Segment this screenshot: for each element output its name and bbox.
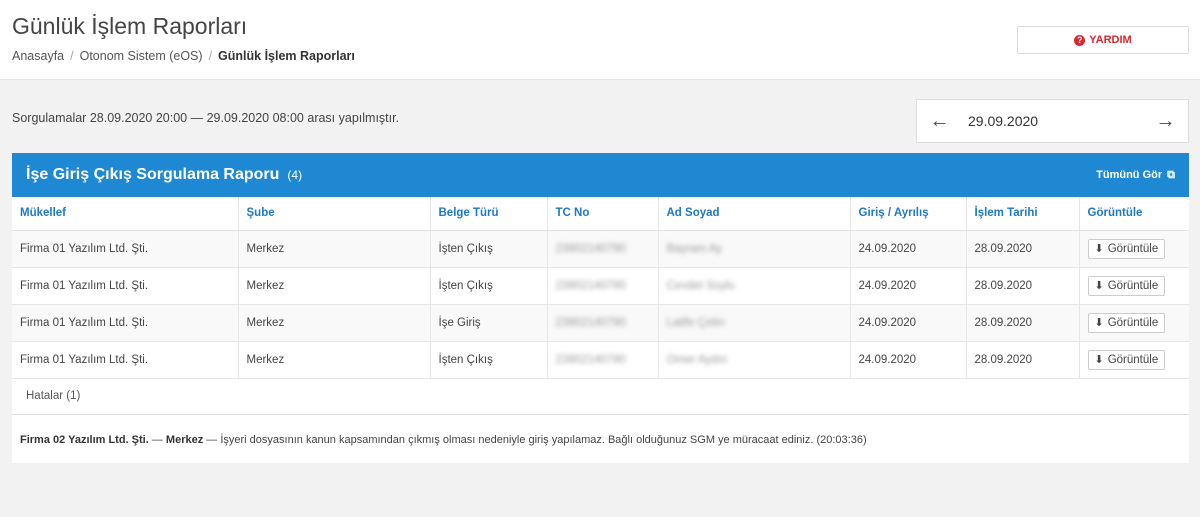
- name-value: Bayram Ay: [666, 242, 722, 255]
- error-text: İşyeri dosyasının kanun kapsamından çıkm…: [220, 433, 867, 446]
- cell-txn-date: 28.09.2020: [966, 230, 1080, 268]
- cell-view: ⬇ Görüntüle: [1079, 304, 1189, 342]
- cell-txn-date: 28.09.2020: [966, 304, 1080, 342]
- external-link-icon: ⧉: [1167, 168, 1175, 181]
- cell-io-date: 24.09.2020: [850, 230, 967, 268]
- cell-company: Firma 01 Yazılım Ltd. Şti.: [12, 267, 239, 305]
- help-button-label: YARDIM: [1089, 34, 1132, 46]
- cell-branch: Merkez: [238, 267, 431, 305]
- name-value: Latife Çetin: [666, 316, 725, 329]
- panel-header: İşe Giriş Çıkış Sorgulama Raporu (4) Tümü…: [12, 153, 1189, 197]
- cell-txn-date: 28.09.2020: [966, 341, 1080, 379]
- cell-io-date: 24.09.2020: [850, 267, 967, 305]
- page-title: Günlük İşlem Raporları: [12, 13, 248, 39]
- cell-company: Firma 01 Yazılım Ltd. Şti.: [12, 304, 239, 342]
- errors-header[interactable]: Hatalar (1): [12, 379, 1189, 415]
- cell-view: ⬇ Görüntüle: [1079, 341, 1189, 379]
- see-all-label: Tümünü Gör: [1096, 169, 1163, 181]
- arrow-left-icon: ←: [929, 109, 950, 132]
- table-row: Firma 01 Yazılım Ltd. Şti. Merkez İşten …: [12, 267, 1189, 305]
- view-button-label: Görüntüle: [1107, 353, 1159, 366]
- column-header[interactable]: Belge Türü: [430, 197, 548, 231]
- table-header-row: Mükellef Şube Belge Türü TC No Ad Soyad …: [12, 197, 1189, 231]
- error-message: Firma 02 Yazılım Ltd. Şti. — Merkez — İş…: [12, 415, 1189, 465]
- cell-doc-type: İşe Giriş: [430, 304, 548, 342]
- tc-value: 23902140790: [555, 316, 626, 329]
- column-header[interactable]: Şube: [238, 197, 431, 231]
- cell-tc: 23902140790: [547, 304, 659, 342]
- view-button[interactable]: ⬇ Görüntüle: [1087, 349, 1166, 370]
- date-navigator: ← 29.09.2020 →: [916, 99, 1189, 143]
- cell-name: Latife Çetin: [658, 304, 851, 342]
- breadcrumb: Anasayfa / Otonom Sistem (eOS) / Günlük İşle…: [12, 49, 355, 63]
- view-button-label: Görüntüle: [1107, 242, 1159, 255]
- download-icon: ⬇: [1094, 280, 1104, 292]
- cell-doc-type: İşten Çıkış: [430, 230, 548, 268]
- breadcrumb-separator: /: [208, 49, 213, 63]
- cell-view: ⬇ Görüntüle: [1079, 267, 1189, 305]
- error-separator: —: [148, 433, 166, 446]
- cell-name: Bayram Ay: [658, 230, 851, 268]
- cell-io-date: 24.09.2020: [850, 304, 967, 342]
- download-icon: ⬇: [1094, 354, 1104, 366]
- download-icon: ⬇: [1094, 243, 1104, 255]
- cell-name: Ömer Aydın: [658, 341, 851, 379]
- cell-branch: Merkez: [238, 304, 431, 342]
- see-all-link[interactable]: Tümünü Gör ⧉: [1096, 169, 1175, 182]
- error-branch: Merkez: [165, 433, 204, 446]
- name-value: Ömer Aydın: [666, 353, 728, 366]
- current-date: 29.09.2020: [968, 113, 1039, 129]
- column-header[interactable]: TC No: [547, 197, 659, 231]
- name-value: Cevdet Soylu: [666, 279, 735, 292]
- view-button[interactable]: ⬇ Görüntüle: [1087, 312, 1166, 333]
- cell-company: Firma 01 Yazılım Ltd. Şti.: [12, 341, 239, 379]
- report-table: Mükellef Şube Belge Türü TC No Ad Soyad …: [12, 197, 1189, 379]
- cell-tc: 23902140790: [547, 341, 659, 379]
- query-info: Sorgulamalar 28.09.2020 20:00 — 29.09.20…: [12, 111, 400, 125]
- cell-tc: 23902140790: [547, 267, 659, 305]
- view-button-label: Görüntüle: [1107, 279, 1159, 292]
- column-header: Görüntüle: [1079, 197, 1189, 231]
- panel-title-text: İşe Giriş Çıkış Sorgulama Raporu: [26, 166, 280, 183]
- column-header[interactable]: Ad Soyad: [658, 197, 851, 231]
- cell-branch: Merkez: [238, 230, 431, 268]
- arrow-right-icon: →: [1155, 109, 1176, 132]
- breadcrumb-eos[interactable]: Otonom Sistem (eOS): [80, 49, 203, 63]
- panel-title: İşe Giriş Çıkış Sorgulama Raporu (4): [26, 166, 302, 184]
- cell-doc-type: İşten Çıkış: [430, 341, 548, 379]
- error-separator: —: [203, 433, 221, 446]
- breadcrumb-separator: /: [70, 49, 74, 63]
- help-button[interactable]: ? YARDIM: [1017, 26, 1189, 54]
- panel-count: (4): [287, 168, 303, 182]
- cell-company: Firma 01 Yazılım Ltd. Şti.: [12, 230, 239, 268]
- error-company: Firma 02 Yazılım Ltd. Şti.: [20, 433, 149, 446]
- download-icon: ⬇: [1094, 317, 1104, 329]
- cell-tc: 23902140790: [547, 230, 659, 268]
- tc-value: 23902140790: [555, 242, 626, 255]
- table-row: Firma 01 Yazılım Ltd. Şti. Merkez İşten …: [12, 230, 1189, 268]
- prev-date-button[interactable]: ←: [917, 100, 962, 142]
- cell-txn-date: 28.09.2020: [966, 267, 1080, 305]
- report-panel: İşe Giriş Çıkış Sorgulama Raporu (4) Tümü…: [12, 153, 1189, 463]
- view-button-label: Görüntüle: [1107, 316, 1159, 329]
- question-circle-icon: ?: [1074, 34, 1086, 46]
- table-row: Firma 01 Yazılım Ltd. Şti. Merkez İşten …: [12, 341, 1189, 379]
- cell-view: ⬇ Görüntüle: [1079, 230, 1189, 268]
- tc-value: 23902140790: [555, 279, 626, 292]
- cell-name: Cevdet Soylu: [658, 267, 851, 305]
- breadcrumb-home[interactable]: Anasayfa: [12, 49, 64, 63]
- top-header: Günlük İşlem Raporları Anasayfa / Otonom S…: [0, 0, 1200, 80]
- tc-value: 23902140790: [555, 353, 626, 366]
- view-button[interactable]: ⬇ Görüntüle: [1087, 275, 1166, 296]
- column-header[interactable]: İşlem Tarihi: [966, 197, 1080, 231]
- column-header[interactable]: Mükellef: [12, 197, 239, 231]
- next-date-button[interactable]: →: [1143, 100, 1188, 142]
- breadcrumb-current: Günlük İşlem Raporları: [218, 49, 355, 63]
- view-button[interactable]: ⬇ Görüntüle: [1087, 238, 1166, 259]
- cell-doc-type: İşten Çıkış: [430, 267, 548, 305]
- column-header[interactable]: Giriş / Ayrılış: [850, 197, 967, 231]
- cell-branch: Merkez: [238, 341, 431, 379]
- cell-io-date: 24.09.2020: [850, 341, 967, 379]
- table-row: Firma 01 Yazılım Ltd. Şti. Merkez İşe Gi…: [12, 304, 1189, 342]
